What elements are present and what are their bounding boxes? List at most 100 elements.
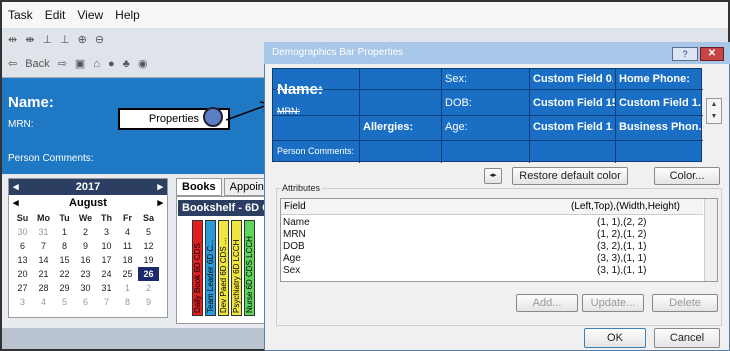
calendar-day[interactable]: 20 [12,267,33,281]
name-label: Name: [8,94,54,111]
field-column-header[interactable]: Field [284,201,306,212]
forward-icon[interactable]: ⇨ [58,57,67,70]
calendar-day[interactable]: 18 [117,253,138,267]
calendar-day[interactable]: 28 [33,281,54,295]
restore-default-color-button[interactable]: Restore default color [512,167,628,185]
field-name: MRN [283,229,306,240]
color-button[interactable]: Color... [654,167,720,185]
tool1-icon[interactable]: ● [108,58,115,70]
calendar-day[interactable]: 17 [96,253,117,267]
cancel-button[interactable]: Cancel [654,328,720,348]
calendar-day[interactable]: 25 [117,267,138,281]
list-item[interactable]: Name (1, 1),(2, 2) [283,217,701,228]
book-spine[interactable]: Psychiatry 6D LCCH [231,220,242,316]
calendar-day[interactable]: 9 [75,239,96,253]
next-year-icon[interactable]: ▸ [157,179,163,195]
book-spine[interactable]: Dev Paed 6D CDS ... [218,220,229,316]
calendar-day[interactable]: 11 [117,239,138,253]
calendar-day[interactable]: 22 [54,267,75,281]
delete-button[interactable]: Delete [652,294,718,312]
list-item[interactable]: MRN (1, 2),(1, 2) [283,229,701,240]
calendar-day[interactable]: 5 [54,295,75,309]
home-icon[interactable]: ⌂ [93,58,100,70]
list-item[interactable]: DOB (3, 2),(1, 1) [283,241,701,252]
grid-mrn: MRN: [277,106,300,116]
book-spine[interactable]: Daily Book 6D CDS [192,220,203,316]
align-icon[interactable]: ⊥ [42,33,52,46]
calendar-day[interactable]: 1 [54,225,75,239]
calendar-day[interactable]: 8 [54,239,75,253]
calendar-day[interactable]: 26 [138,267,159,281]
prev-month-icon[interactable]: ◂ [13,196,19,210]
row-spinner[interactable]: ▲ ▼ [706,98,722,124]
zoom-out-icon[interactable]: ⊖ [95,33,104,46]
tool3-icon[interactable]: ◉ [138,57,148,70]
grid-name: Name: [277,81,323,98]
calendar-day[interactable]: 13 [12,253,33,267]
help-button[interactable]: ? [672,47,698,61]
menu-task[interactable]: Task [8,8,33,22]
back-button[interactable]: Back [25,58,49,70]
calendar-day[interactable]: 3 [96,225,117,239]
zoom-in-icon[interactable]: ⊕ [78,33,87,46]
align2-icon[interactable]: ⊥ [60,33,70,46]
list-item[interactable]: Sex (3, 1),(1, 1) [283,265,701,276]
expand-icon[interactable]: ⇹ [8,33,17,46]
calendar-day[interactable]: 10 [96,239,117,253]
page-icon[interactable]: ▣ [75,57,85,70]
menu-view[interactable]: View [77,8,103,22]
cursor-highlight [203,107,223,127]
book-spine[interactable]: Nurse 6D CDS LCCH [244,220,255,316]
calendar-day[interactable]: 2 [75,225,96,239]
weekday-header: Sa [142,213,154,223]
calendar-day[interactable]: 31 [33,225,54,239]
calendar-day[interactable]: 8 [117,295,138,309]
calendar-day[interactable]: 30 [12,225,33,239]
list-scrollbar[interactable] [704,199,717,281]
grid-sex: Sex: [445,73,468,85]
calendar-day[interactable]: 5 [138,225,159,239]
calendar-day[interactable]: 31 [96,281,117,295]
calendar-day[interactable]: 1 [117,281,138,295]
add-button[interactable]: Add... [516,294,578,312]
book-spine[interactable]: Team Leader 6D C... [205,220,216,316]
tool2-icon[interactable]: ♣ [123,58,130,70]
calendar-day[interactable]: 21 [33,267,54,281]
calendar-day[interactable]: 9 [138,295,159,309]
calendar-day[interactable]: 2 [138,281,159,295]
weekday-header: Mo [37,213,50,223]
calendar-day[interactable]: 6 [75,295,96,309]
weekday-header: We [78,213,93,223]
calendar-day[interactable]: 29 [54,281,75,295]
calendar-day[interactable]: 7 [33,239,54,253]
calendar-day[interactable]: 23 [75,267,96,281]
calendar-day[interactable]: 19 [138,253,159,267]
position-column-header[interactable]: (Left,Top),(Width,Height) [571,201,680,212]
calendar-day[interactable]: 4 [117,225,138,239]
ok-button[interactable]: OK [584,328,646,348]
back-arrow-icon[interactable]: ⇦ [8,57,17,70]
menu-edit[interactable]: Edit [45,8,66,22]
calendar-day[interactable]: 30 [75,281,96,295]
calendar-day[interactable]: 6 [12,239,33,253]
menu-help[interactable]: Help [115,8,140,22]
update-button[interactable]: Update... [582,294,644,312]
calendar-day[interactable]: 3 [12,295,33,309]
prev-year-icon[interactable]: ◂ [13,179,19,195]
calendar-day[interactable]: 15 [54,253,75,267]
close-button[interactable]: ✕ [700,47,724,61]
calendar-day[interactable]: 7 [96,295,117,309]
weekday-header: Th [101,213,112,223]
tab-books[interactable]: Books [176,178,222,196]
calendar-day[interactable]: 24 [96,267,117,281]
field-name: Age [283,253,301,264]
calendar-day[interactable]: 27 [12,281,33,295]
calendar-day[interactable]: 14 [33,253,54,267]
calendar-day[interactable]: 16 [75,253,96,267]
next-month-icon[interactable]: ▸ [157,196,163,210]
calendar-day[interactable]: 4 [33,295,54,309]
collapse-icon[interactable]: ⇼ [25,33,34,46]
calendar-day[interactable]: 12 [138,239,159,253]
list-item[interactable]: Age (3, 3),(1, 1) [283,253,701,264]
column-spinner[interactable]: ◂▸ [484,168,502,184]
